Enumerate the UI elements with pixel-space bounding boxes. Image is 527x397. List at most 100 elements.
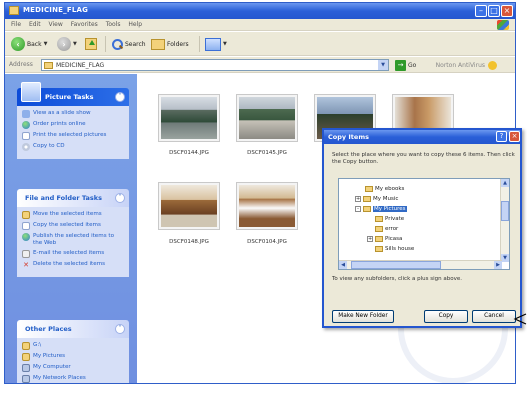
address-field[interactable]: MEDICINE_FLAG ▼ [41, 59, 389, 71]
task-order-prints[interactable]: Order prints online [22, 121, 124, 129]
tree-item[interactable]: Sills house [375, 245, 414, 253]
dialog-title-bar[interactable]: Copy Items ? × [324, 130, 520, 144]
thumbnail[interactable] [158, 94, 220, 142]
maximize-button[interactable]: □ [488, 5, 500, 17]
dropdown-arrow-icon: ▼ [73, 41, 77, 47]
task-label: Copy the selected items [33, 222, 101, 228]
expand-icon[interactable]: + [355, 196, 361, 202]
place-label: My Pictures [33, 353, 66, 359]
scroll-down-icon[interactable]: ▼ [501, 254, 509, 262]
tree-item-selected[interactable]: - My Pictures [355, 205, 407, 213]
menu-help[interactable]: Help [128, 21, 142, 28]
place-label: My Computer [33, 364, 71, 370]
folder-icon [363, 196, 371, 202]
norton-icon [488, 61, 497, 70]
scroll-thumb[interactable] [501, 201, 509, 221]
delete-icon: ✕ [23, 260, 29, 269]
make-new-folder-button[interactable]: Make New Folder [332, 310, 394, 323]
copy-items-dialog: Copy Items ? × Select the place where yo… [322, 128, 522, 328]
collapse-icon[interactable]: ˄ [115, 193, 125, 203]
folder-icon [44, 61, 53, 69]
scroll-thumb[interactable] [351, 261, 441, 269]
back-button[interactable]: ‹ Back ▼ [11, 36, 47, 52]
tree-item[interactable]: My ebooks [365, 185, 404, 193]
window-title: MEDICINE_FLAG [23, 6, 89, 14]
folder-icon [22, 342, 30, 350]
menu-favorites[interactable]: Favorites [71, 21, 98, 28]
tree-item[interactable]: Private [375, 215, 404, 223]
help-button[interactable]: ? [496, 131, 507, 142]
folder-icon [22, 353, 30, 361]
picture-tasks-header[interactable]: Picture Tasks ˄ [17, 82, 129, 106]
move-icon [22, 211, 30, 219]
task-label: Move the selected items [33, 211, 102, 217]
up-folder-button[interactable] [85, 36, 97, 52]
task-copy[interactable]: Copy the selected items [22, 222, 124, 230]
cd-icon [22, 143, 30, 151]
back-arrow-icon: ‹ [11, 37, 25, 51]
address-dropdown-icon[interactable]: ▼ [378, 60, 388, 70]
tree-label: My Music [373, 196, 399, 202]
norton-toolbar[interactable]: Norton AntiVirus [436, 61, 497, 70]
folders-button[interactable]: Folders [151, 36, 189, 52]
thumbnail[interactable] [158, 182, 220, 230]
tree-horizontal-scrollbar[interactable]: ◀ ▶ [339, 260, 502, 269]
minimize-button[interactable]: – [475, 5, 487, 17]
views-button[interactable]: ▼ [205, 36, 227, 52]
tree-item[interactable]: + Picasa [367, 235, 402, 243]
close-button[interactable]: × [501, 5, 513, 17]
collapse-icon[interactable]: ˄ [115, 92, 125, 102]
tree-item[interactable]: + My Music [355, 195, 398, 203]
expand-icon[interactable]: + [367, 236, 373, 242]
forward-button[interactable]: › ▼ [57, 36, 77, 52]
place-network[interactable]: My Network Places [22, 375, 124, 383]
scroll-right-icon[interactable]: ▶ [494, 261, 502, 269]
tree-label: My Pictures [373, 206, 407, 212]
address-value: MEDICINE_FLAG [56, 61, 105, 69]
task-label: Print the selected pictures [33, 132, 107, 138]
norton-label: Norton AntiVirus [435, 62, 485, 69]
cancel-button[interactable]: Cancel [472, 310, 516, 323]
other-places-header[interactable]: Other Places ˄ [17, 320, 129, 338]
scroll-left-icon[interactable]: ◀ [339, 261, 347, 269]
file-name: DSCF0104.JPG [247, 239, 287, 245]
scroll-up-icon[interactable]: ▲ [501, 179, 509, 187]
dropdown-arrow-icon: ▼ [223, 41, 227, 47]
file-folder-tasks-header[interactable]: File and Folder Tasks ˄ [17, 189, 129, 207]
place-my-pictures[interactable]: My Pictures [22, 353, 124, 361]
place-g-drive[interactable]: G:\ [22, 342, 124, 350]
network-icon [22, 375, 30, 383]
thumbnail[interactable] [236, 94, 298, 142]
file-folder-tasks-title: File and Folder Tasks [25, 194, 102, 202]
task-move[interactable]: Move the selected items [22, 211, 124, 219]
photo-image [161, 97, 217, 139]
tree-item[interactable]: error [375, 225, 398, 233]
thumbnail[interactable] [236, 182, 298, 230]
menu-tools[interactable]: Tools [106, 21, 121, 28]
up-folder-icon [85, 38, 97, 50]
title-bar[interactable]: MEDICINE_FLAG – □ × [5, 3, 515, 19]
folder-icon [375, 216, 383, 222]
task-slideshow[interactable]: View as a slide show [22, 110, 124, 118]
menu-edit[interactable]: Edit [29, 21, 41, 28]
task-print[interactable]: Print the selected pictures [22, 132, 124, 140]
collapse-icon[interactable]: - [355, 206, 361, 212]
task-label: E-mail the selected items [33, 250, 105, 256]
dialog-close-button[interactable]: × [509, 131, 520, 142]
task-publish[interactable]: Publish the selected items to the Web [22, 233, 124, 247]
go-button[interactable]: → Go [395, 59, 416, 71]
folder-icon [375, 236, 383, 242]
place-my-computer[interactable]: My Computer [22, 364, 124, 372]
tree-vertical-scrollbar[interactable]: ▲ ▼ [500, 179, 509, 262]
copy-button[interactable]: Copy [424, 310, 468, 323]
task-email[interactable]: E-mail the selected items [22, 250, 124, 258]
folder-tree[interactable]: My ebooks + My Music - My Pictures Private… [338, 178, 510, 270]
task-copy-cd[interactable]: Copy to CD [22, 143, 124, 151]
menu-view[interactable]: View [49, 21, 63, 28]
menu-file[interactable]: File [11, 21, 21, 28]
task-delete[interactable]: ✕ Delete the selected items [22, 261, 124, 269]
slideshow-icon [22, 110, 30, 118]
other-places-title: Other Places [25, 325, 72, 333]
collapse-icon[interactable]: ˄ [115, 324, 125, 334]
search-button[interactable]: Search [111, 36, 146, 52]
